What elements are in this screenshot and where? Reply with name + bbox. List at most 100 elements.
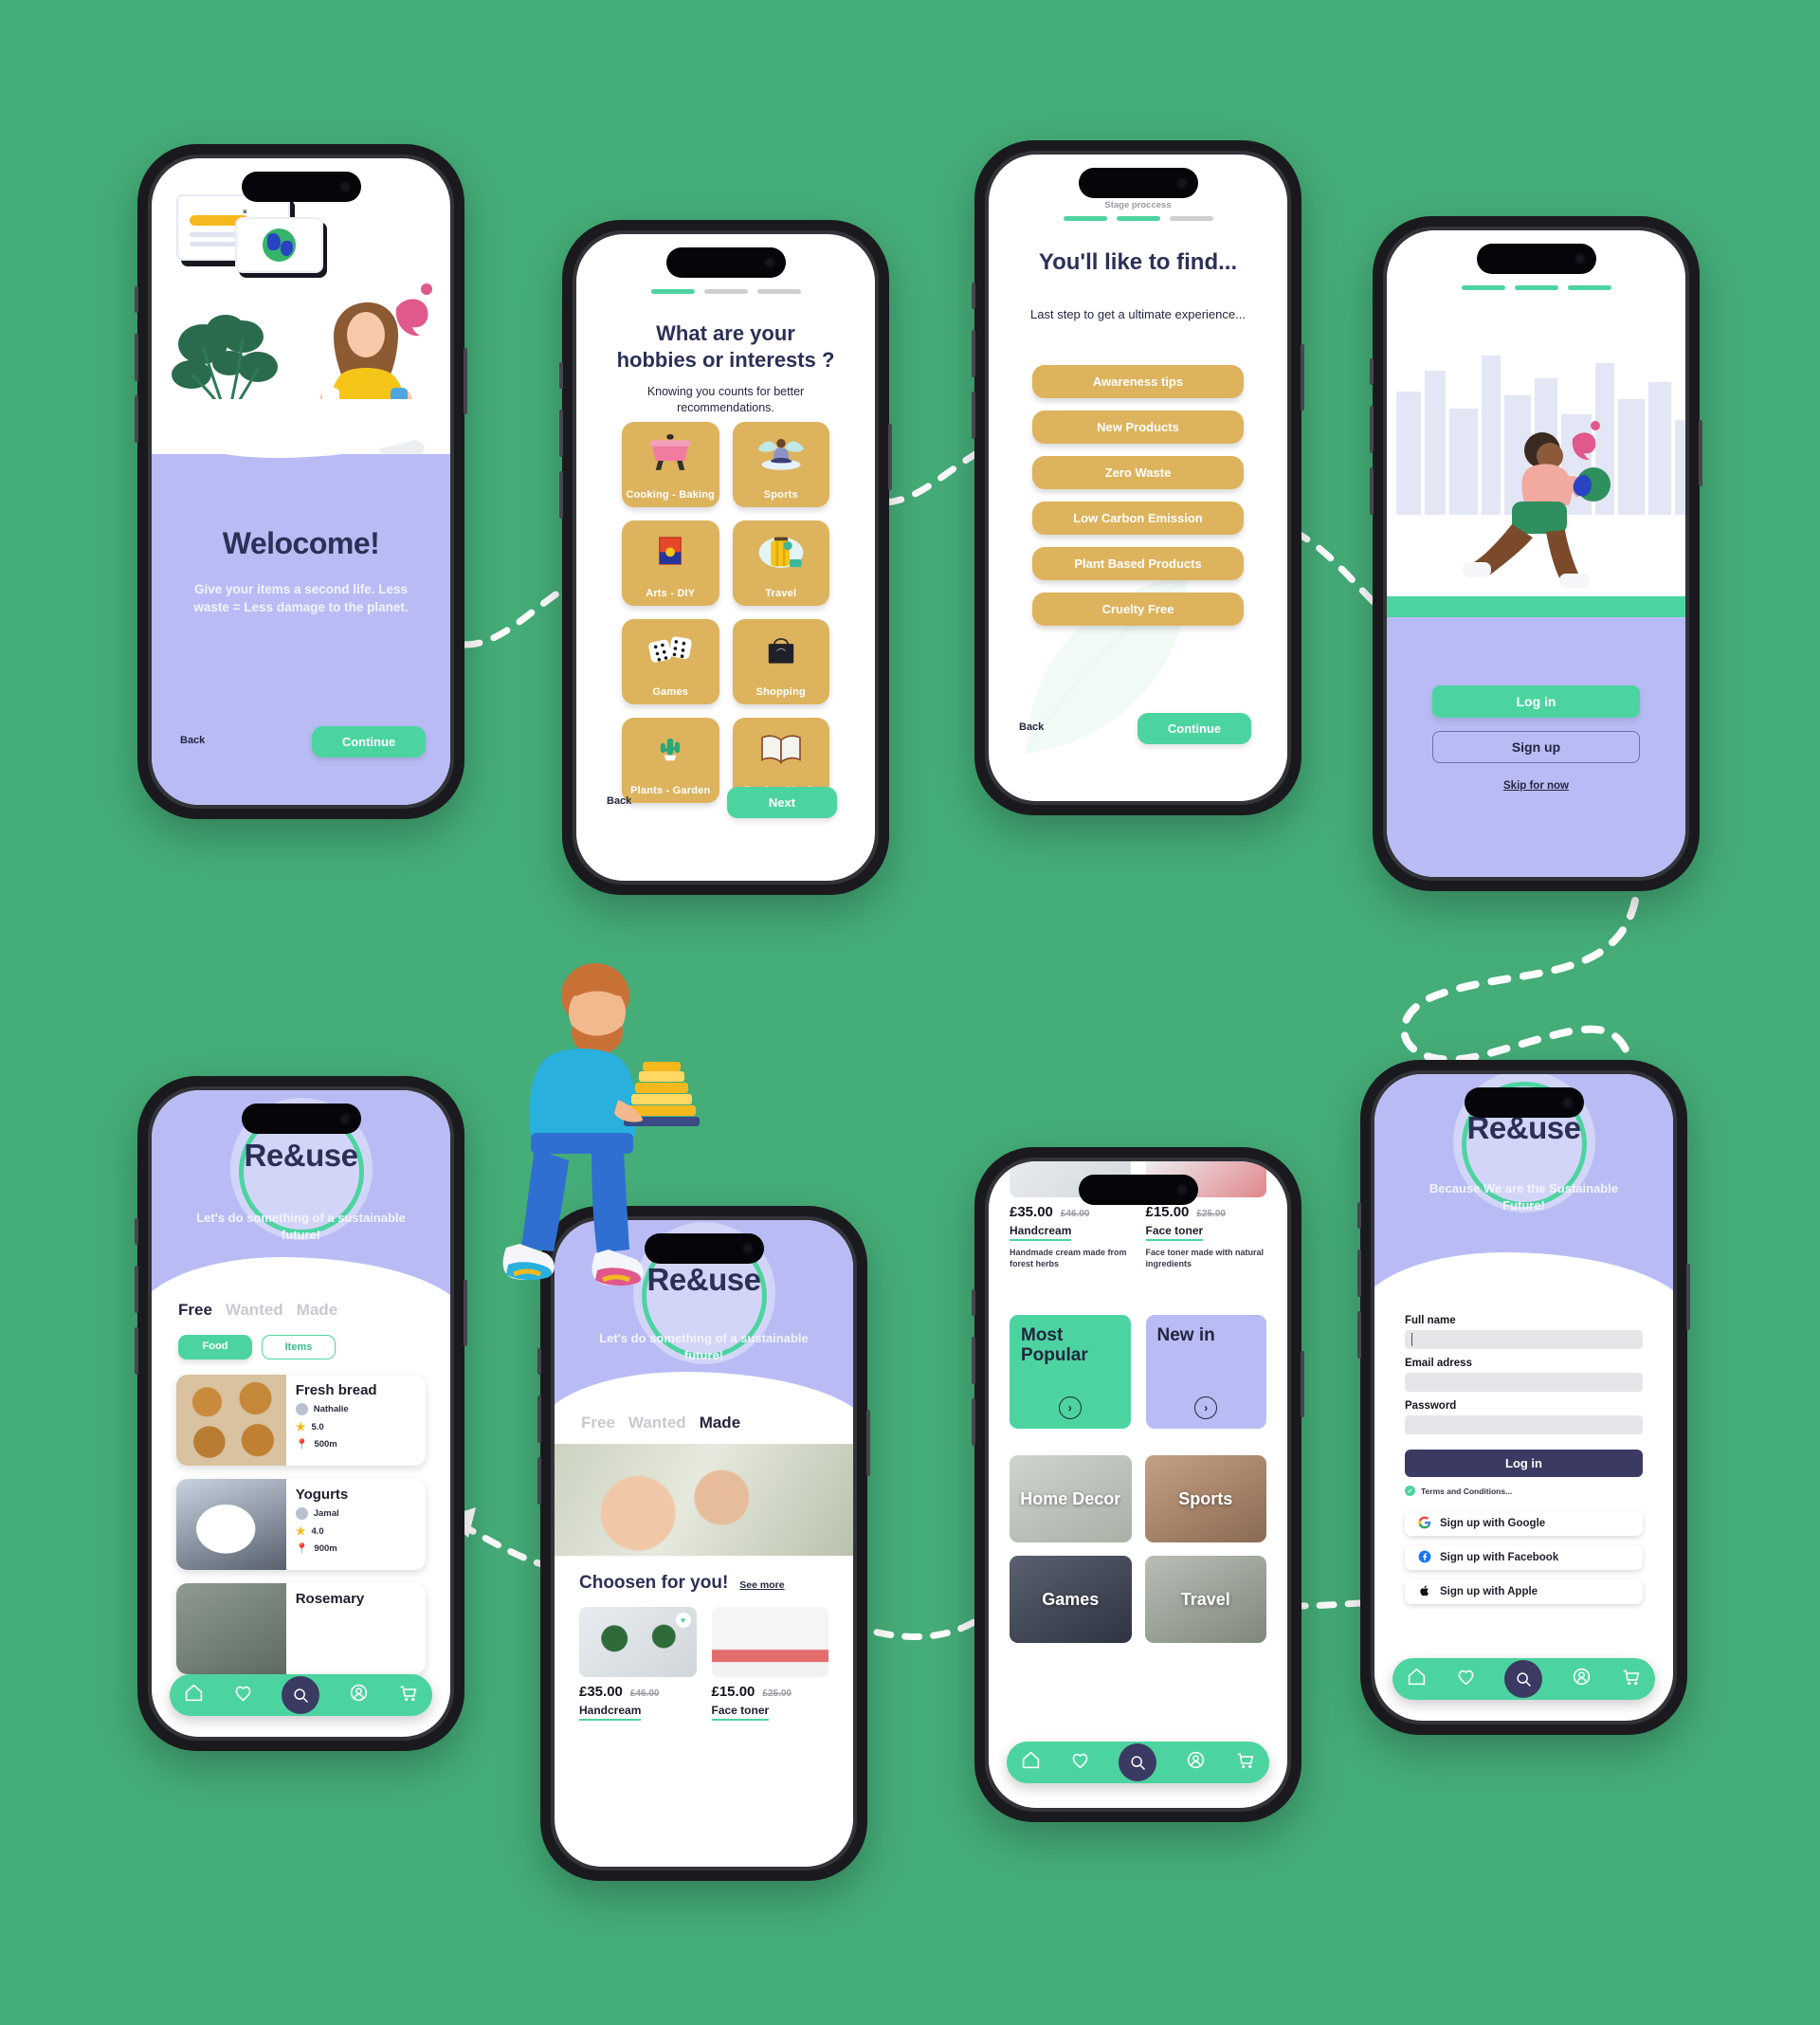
category-tile-games[interactable]: Games [1010, 1556, 1132, 1643]
check-icon[interactable]: ✓ [1405, 1486, 1415, 1496]
heart-icon[interactable] [1070, 1750, 1090, 1775]
back-button[interactable]: Back [607, 795, 631, 807]
category-label: Sports [1178, 1488, 1233, 1508]
hobby-tile-travel[interactable]: Travel [732, 520, 829, 606]
person-icon[interactable] [349, 1683, 369, 1707]
interest-chip-plant-based-products[interactable]: Plant Based Products [1032, 547, 1244, 580]
interest-chip-zero-waste[interactable]: Zero Waste [1032, 456, 1244, 489]
interest-chip-awareness-tips[interactable]: Awareness tips [1032, 365, 1244, 398]
hobby-tile-label: Games [652, 686, 689, 698]
category-tile-home-decor[interactable]: Home Decor [1010, 1455, 1132, 1542]
apple-icon [1418, 1584, 1431, 1600]
tab-made[interactable]: Made [297, 1301, 337, 1320]
search-icon[interactable] [1119, 1743, 1157, 1781]
login-button[interactable]: Log in [1432, 685, 1640, 718]
segment-items[interactable]: Items [262, 1335, 336, 1359]
terms-label: Terms and Conditions... [1421, 1486, 1513, 1496]
interest-chip-new-products[interactable]: New Products [1032, 410, 1244, 444]
person-icon[interactable] [1572, 1667, 1592, 1691]
hobby-tile-cooking-baking[interactable]: Cooking - Baking [622, 422, 719, 507]
interest-chip-cruelty-free[interactable]: Cruelty Free [1032, 593, 1244, 626]
skip-link[interactable]: Skip for now [1387, 780, 1685, 792]
listing-title: Yogurts [295, 1487, 349, 1503]
password-label: Password [1405, 1400, 1457, 1412]
continue-button[interactable]: Continue [312, 726, 426, 757]
cactus-icon [622, 725, 719, 771]
list-item[interactable]: Fresh bread Nathalie ★ 5.0 📍 500m [176, 1375, 426, 1466]
home-icon[interactable] [1407, 1667, 1427, 1691]
green-band [1387, 596, 1685, 617]
tab-wanted[interactable]: Wanted [226, 1301, 283, 1320]
password-field[interactable] [1405, 1415, 1643, 1434]
cart-icon[interactable] [1235, 1750, 1255, 1775]
continue-button[interactable]: Continue [1138, 713, 1251, 744]
tab-free[interactable]: Free [581, 1414, 615, 1432]
listing-thumbnail [176, 1583, 286, 1674]
search-icon[interactable] [1504, 1660, 1543, 1698]
hobby-grid: Cooking - Baking Sports Arts - DIY Trave… [622, 422, 829, 803]
hobby-tile-label: Cooking - Baking [626, 489, 716, 501]
product-description: Face toner made with natural ingredients [1145, 1248, 1265, 1269]
hobby-tile-sports[interactable]: Sports [732, 422, 830, 507]
screen-hobbies: What are your hobbies or interests ? Kno… [576, 234, 875, 881]
heart-icon[interactable] [1456, 1667, 1476, 1691]
category-tile-travel[interactable]: Travel [1144, 1556, 1266, 1643]
hobby-tile-arts-diy[interactable]: Arts - DIY [622, 520, 719, 606]
listing-title: Rosemary [295, 1591, 365, 1607]
person-icon[interactable] [1186, 1750, 1206, 1775]
terms-row[interactable]: ✓ Terms and Conditions... [1405, 1486, 1643, 1496]
page-title-line2: hobbies or interests ? [616, 348, 835, 372]
email-field[interactable] [1405, 1373, 1643, 1392]
phone-free-feed: Re&use Let's do something of a sustainab… [135, 1076, 467, 1751]
hobby-tile-shopping[interactable]: Shopping [732, 619, 829, 704]
tab-free[interactable]: Free [178, 1301, 212, 1320]
signup-button[interactable]: Sign up [1432, 731, 1640, 763]
list-item[interactable]: Rosemary [176, 1583, 426, 1674]
cart-icon[interactable] [1621, 1667, 1641, 1691]
next-button[interactable]: Next [727, 787, 837, 818]
hobby-tile-games[interactable]: Games [622, 619, 719, 704]
interest-chip-low-carbon-emission[interactable]: Low Carbon Emission [1032, 502, 1244, 535]
see-more-link[interactable]: See more [739, 1579, 784, 1591]
favorite-icon[interactable]: ♥ [675, 1613, 691, 1628]
product-old-price: £46.00 [1060, 1209, 1090, 1219]
login-submit-button[interactable]: Log in [1405, 1450, 1643, 1477]
tile-most-popular[interactable]: Most Popular › [1010, 1315, 1131, 1429]
hobby-tile-label: Shopping [755, 686, 806, 698]
tab-wanted[interactable]: Wanted [628, 1414, 686, 1432]
product-price: £15.00 [1145, 1204, 1190, 1220]
home-icon[interactable] [1021, 1750, 1041, 1775]
product-card[interactable]: ♥ £35.00 £46.00 Handcream [579, 1607, 697, 1721]
page-subtitle: Last step to get a ultimate experience..… [1030, 307, 1246, 321]
back-button[interactable]: Back [180, 735, 205, 746]
tab-made[interactable]: Made [700, 1414, 740, 1432]
product-image: ♥ [579, 1607, 697, 1677]
yoga-icon [733, 429, 830, 475]
segment-food[interactable]: Food [178, 1335, 252, 1359]
signup-with-google-button[interactable]: Sign up with Google [1405, 1511, 1643, 1536]
close-icon[interactable]: × [243, 208, 247, 216]
tagline: Because We are the Sustainable Future! [1429, 1181, 1619, 1213]
heart-icon[interactable] [233, 1683, 253, 1707]
social-label: Sign up with Google [1440, 1518, 1546, 1529]
cart-icon[interactable] [398, 1683, 418, 1707]
tile-new-in[interactable]: New in › [1145, 1315, 1266, 1429]
product-card[interactable]: £15.00 £25.00 Face toner [711, 1607, 828, 1721]
screen-interests: Stage proccess You'll like to find... La… [989, 155, 1287, 801]
signup-with-apple-button[interactable]: Sign up with Apple [1405, 1579, 1643, 1604]
full-name-field[interactable] [1405, 1330, 1643, 1349]
google-icon [1418, 1516, 1431, 1532]
feed-tabs: Free Wanted Made [178, 1301, 337, 1320]
hobby-tile-plants-garden[interactable]: Plants - Garden [622, 718, 719, 803]
page-subtitle: Give your items a second life. Less wast… [193, 582, 409, 615]
back-button[interactable]: Back [1019, 721, 1044, 733]
search-icon[interactable] [282, 1676, 320, 1714]
phone-welcome: × Welocome! Give your items a second lif… [135, 144, 467, 819]
avatar [295, 1403, 308, 1415]
category-tile-sports[interactable]: Sports [1144, 1455, 1266, 1542]
list-item[interactable]: Yogurts Jamal ★ 4.0 📍 900m [176, 1479, 426, 1570]
painting-icon [622, 528, 719, 574]
signup-with-facebook-button[interactable]: Sign up with Facebook [1405, 1545, 1643, 1570]
screen-categories: £35.00 £46.00 Handcream Handmade cream ma… [989, 1161, 1287, 1808]
home-icon[interactable] [184, 1683, 204, 1707]
